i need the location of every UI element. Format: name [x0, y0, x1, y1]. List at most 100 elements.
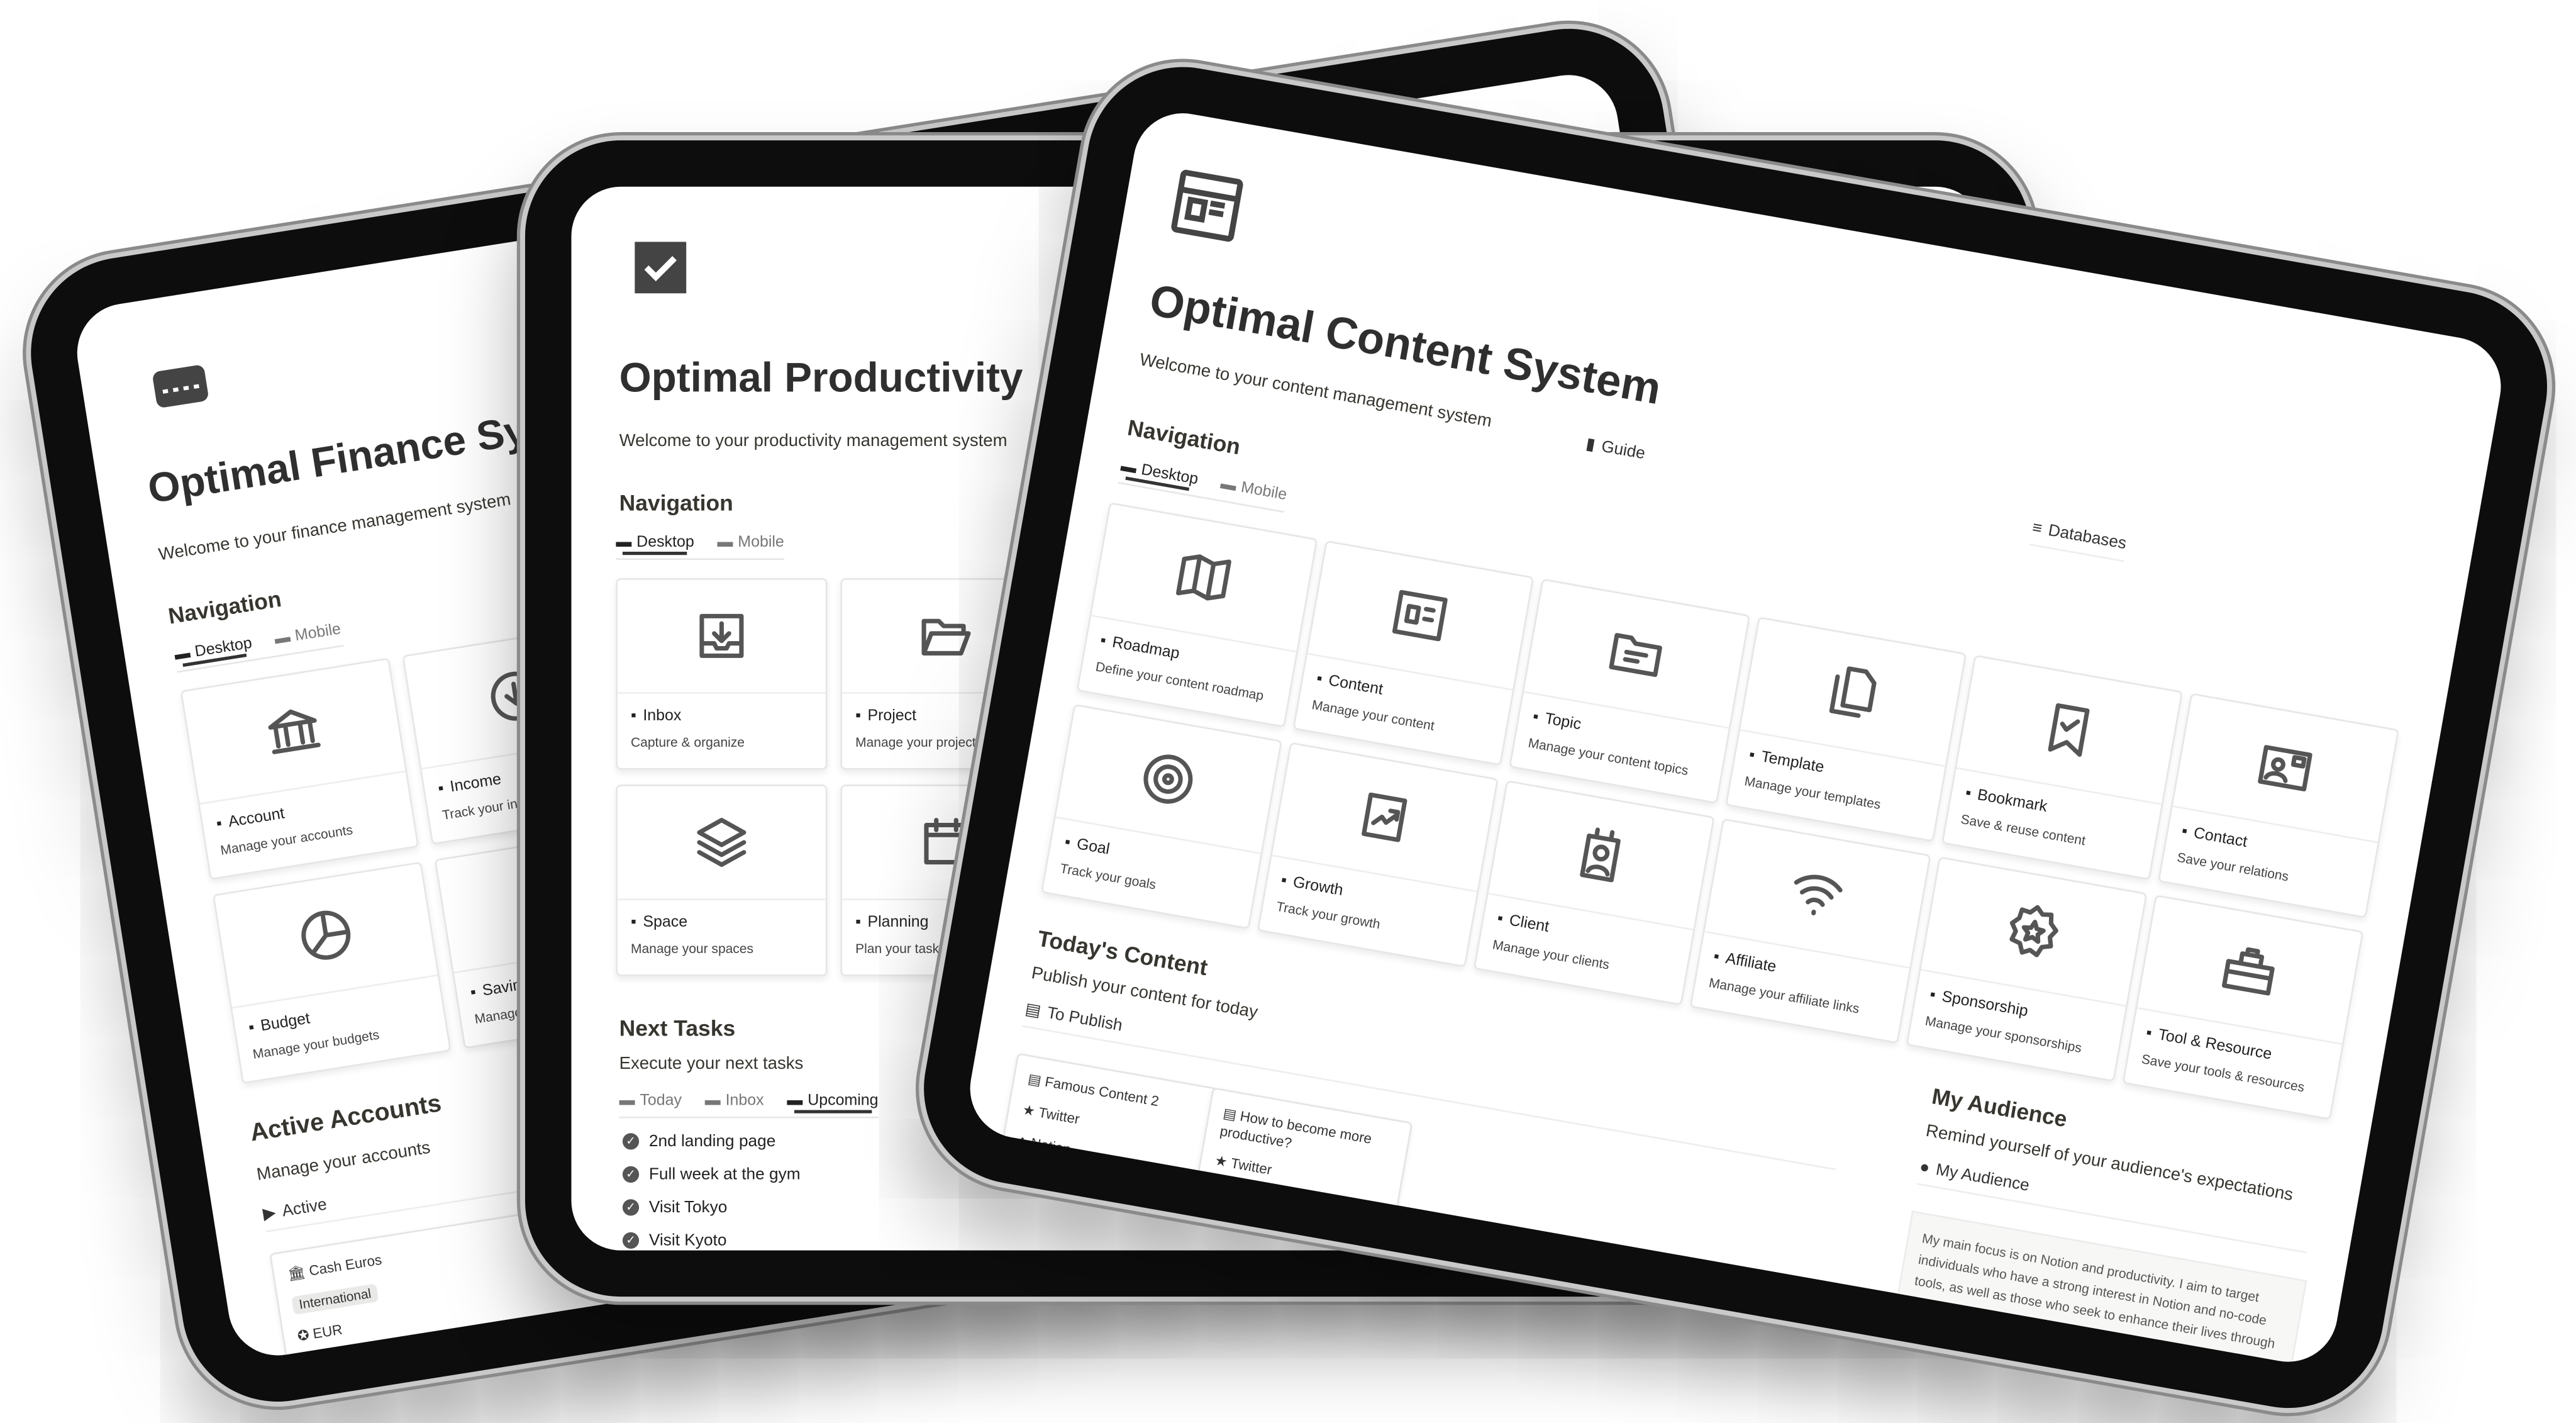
nav-card-contact[interactable]: ▪ Contact Save your relations: [2158, 693, 2399, 918]
navigation-tabs: ▬ Desktop ▬ Mobile: [616, 533, 784, 561]
nav-card-growth[interactable]: ▪ Growth Track your growth: [1257, 742, 1499, 968]
task-list: ✓ 2nd landing page ✓ Full week at the gym ✓ V…: [622, 1125, 801, 1251]
nav-card-client[interactable]: ▪ Client Manage your clients: [1473, 780, 1715, 1006]
check-circle-icon[interactable]: ✓: [622, 1133, 640, 1150]
tab-desktop[interactable]: ▬ Desktop: [616, 533, 694, 552]
task-label: 2nd landing page: [648, 1132, 776, 1151]
card-small-icon: ▪: [1496, 909, 1505, 929]
task-item[interactable]: ✓ Visit Kyoto: [622, 1224, 801, 1251]
task-tabs: ▬ Today ▬ Inbox ▬ Upcoming: [619, 1092, 879, 1119]
active-accounts-heading: Active Accounts: [248, 1090, 443, 1148]
card-small-icon: ▪: [2145, 1024, 2153, 1043]
credit-card-icon: [153, 365, 208, 408]
nav-card-roadmap[interactable]: ▪ Roadmap Define your content roadmap: [1076, 502, 1318, 728]
task-item[interactable]: ✓ Full week at the gym: [622, 1158, 801, 1191]
nav-card-template[interactable]: ▪ Template Manage your templates: [1725, 617, 1967, 842]
tab-label: Upcoming: [808, 1091, 879, 1110]
tab-icon: ▬: [704, 1091, 721, 1110]
check-circle-icon[interactable]: ✓: [622, 1232, 640, 1249]
nav-card-affiliate[interactable]: ▪ Affiliate Manage your affiliate links: [1689, 818, 1931, 1044]
next-tasks-heading: Next Tasks: [619, 1015, 736, 1041]
card-cover: [617, 786, 826, 900]
tab-label: Desktop: [193, 634, 253, 662]
nav-card-inbox[interactable]: ▪ Inbox Capture & organize: [616, 578, 828, 770]
tab-icon: ▬: [619, 1091, 635, 1110]
tab-label: Today: [640, 1091, 682, 1110]
bookmark-icon: [2048, 703, 2090, 757]
task-label: Visit Tokyo: [648, 1198, 728, 1217]
task-label: Visit Kyoto: [648, 1231, 727, 1250]
tab-mobile[interactable]: ▬ Mobile: [717, 533, 784, 552]
layout-small-icon: ▤: [1023, 1000, 1043, 1022]
nav-card-tool-resource[interactable]: ▪ Tool & Resource Save your tools & resou…: [2122, 895, 2364, 1120]
card-small-icon: ▪: [1747, 745, 1757, 765]
card-small-icon: ▪: [1712, 947, 1721, 967]
tab-label: Inbox: [725, 1091, 764, 1110]
task-item[interactable]: ✓ Visit Tokyo: [622, 1191, 801, 1224]
currency-text: EUR: [311, 1320, 344, 1342]
card-small-icon: ▪: [247, 1018, 256, 1038]
card-cover: [617, 580, 826, 694]
card-small-icon: ▪: [436, 779, 445, 799]
view-label: Active: [280, 1196, 328, 1222]
folder-icon: [1609, 633, 1662, 678]
nav-card-sponsorship[interactable]: ▪ Sponsorship Manage your sponsorships: [1906, 856, 2148, 1082]
nav-card-account[interactable]: ▪ Account Manage your accounts: [180, 657, 419, 880]
checkbox-icon: [635, 242, 687, 294]
phone-icon: ▬: [273, 628, 292, 649]
card-label: Saving: [481, 974, 531, 1001]
nav-card-space[interactable]: ▪ Space Manage your spaces: [616, 784, 828, 976]
task-item[interactable]: ✓ 2nd landing page: [622, 1125, 801, 1158]
inbox-icon: [699, 613, 744, 658]
card-small-icon: ▪: [469, 983, 478, 1003]
databases-link[interactable]: ≡ Databases: [2029, 519, 2128, 562]
tab-inbox[interactable]: ▬ Inbox: [705, 1092, 764, 1110]
laptop-icon: ▬: [1119, 457, 1138, 478]
book-icon: ▮: [1584, 435, 1597, 455]
layout-icon: [1171, 169, 1243, 242]
tab-mobile[interactable]: ▬ Mobile: [1219, 475, 1289, 505]
phone-icon: ▬: [717, 533, 733, 552]
wifi-icon: [1794, 874, 1843, 916]
nav-card-budget[interactable]: ▪ Budget Manage your budgets: [212, 861, 452, 1085]
folder-open-icon: [921, 618, 971, 656]
card-small-icon: ▪: [1928, 986, 1937, 1005]
tab-today[interactable]: ▬ Today: [619, 1092, 682, 1110]
nav-card-topic[interactable]: ▪ Topic Manage your content topics: [1509, 578, 1751, 804]
nav-card-goal[interactable]: ▪ Goal Track your goals: [1040, 703, 1282, 930]
tab-desktop[interactable]: ▬ Desktop: [1119, 457, 1199, 489]
card-description: Manage your spaces: [630, 941, 753, 957]
laptop-icon: ▬: [173, 644, 192, 665]
page-title: Optimal Productivity: [619, 355, 1023, 402]
card-small-icon: ▪: [630, 913, 636, 932]
card-label: Goal: [1075, 835, 1111, 859]
tab-upcoming[interactable]: ▬ Upcoming: [787, 1092, 878, 1110]
tab-label: Mobile: [738, 533, 784, 552]
card-small-icon: ▪: [2180, 822, 2189, 842]
guide-link[interactable]: ▮ Guide: [1583, 435, 1646, 470]
nav-card-bookmark[interactable]: ▪ Bookmark Save & reuse content: [1941, 654, 2183, 881]
check-circle-icon[interactable]: ✓: [622, 1199, 640, 1216]
tab-desktop[interactable]: ▬ Desktop: [173, 635, 253, 665]
navigation-heading: Navigation: [619, 490, 733, 516]
nav-card-content[interactable]: ▪ Content Manage your content: [1292, 540, 1535, 766]
badge-icon: [2009, 905, 2058, 957]
card-small-icon: ▪: [1099, 632, 1108, 651]
navigation-heading: Navigation: [166, 586, 283, 629]
tab-label: Mobile: [294, 620, 343, 646]
card-title: ▪ Space: [618, 900, 826, 935]
topic-text: Productivity: [1221, 1185, 1296, 1214]
person-icon: ●: [1918, 1158, 1931, 1178]
navigation-heading: Navigation: [1125, 415, 1243, 460]
check-circle-icon[interactable]: ✓: [622, 1166, 640, 1183]
view-label: To Publish: [1045, 1004, 1124, 1036]
tab-mobile[interactable]: ▬ Mobile: [274, 620, 343, 649]
content-title-text: Famous Content 2: [1043, 1073, 1160, 1110]
layers-icon: [697, 818, 747, 868]
card-label: Client: [1507, 912, 1551, 937]
bank-icon: [268, 709, 321, 754]
card-title: ▪ Inbox: [618, 694, 826, 728]
page-subtitle: Welcome to your productivity management …: [619, 431, 1008, 451]
contact-icon: [2258, 745, 2312, 791]
tab-label: Desktop: [1140, 460, 1200, 489]
